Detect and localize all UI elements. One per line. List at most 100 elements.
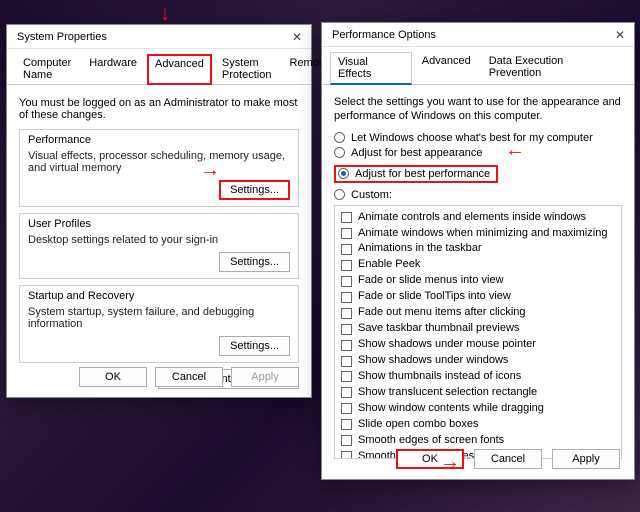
dialog-body: Select the settings you want to use for … (322, 85, 634, 467)
checkbox-row[interactable]: Show shadows under windows (341, 353, 615, 369)
checkbox-icon (341, 419, 352, 430)
ok-button[interactable]: OK (396, 449, 464, 469)
system-properties-dialog: System Properties ✕ Computer Name Hardwa… (6, 24, 312, 398)
radio-icon (338, 168, 349, 179)
checkbox-icon (341, 451, 352, 458)
checkbox-row[interactable]: Show window contents while dragging (341, 401, 615, 417)
checkbox-row[interactable]: Animate controls and elements inside win… (341, 210, 615, 226)
window-title: Performance Options (328, 29, 612, 41)
checkbox-label: Fade or slide ToolTips into view (358, 289, 511, 305)
tab-visual-effects[interactable]: Visual Effects (330, 52, 412, 85)
tab-computer-name[interactable]: Computer Name (15, 53, 79, 84)
group-text: System startup, system failure, and debu… (28, 306, 290, 330)
checkbox-label: Show shadows under mouse pointer (358, 337, 536, 353)
checkbox-icon (341, 356, 352, 367)
checkbox-label: Save taskbar thumbnail previews (358, 321, 519, 337)
radio-custom[interactable]: Custom: (334, 189, 622, 201)
group-text: Desktop settings related to your sign-in (28, 234, 290, 246)
footer-buttons: OK Cancel Apply (396, 449, 620, 469)
checkbox-icon (341, 292, 352, 303)
checkbox-icon (341, 324, 352, 335)
startup-recovery-group: Startup and Recovery System startup, sys… (19, 285, 299, 363)
visual-effects-list[interactable]: Animate controls and elements inside win… (334, 205, 622, 459)
checkbox-label: Fade or slide menus into view (358, 273, 504, 289)
radio-icon (334, 189, 345, 200)
checkbox-label: Slide open combo boxes (358, 417, 478, 433)
titlebar: Performance Options ✕ (322, 23, 634, 47)
user-profiles-group: User Profiles Desktop settings related t… (19, 213, 299, 279)
user-profiles-settings-button[interactable]: Settings... (219, 252, 290, 272)
checkbox-label: Show shadows under windows (358, 353, 508, 369)
performance-options-dialog: Performance Options ✕ Visual Effects Adv… (321, 22, 635, 480)
radio-auto[interactable]: Let Windows choose what's best for my co… (334, 132, 622, 144)
checkbox-row[interactable]: Animations in the taskbar (341, 241, 615, 257)
checkbox-icon (341, 276, 352, 287)
radio-label: Let Windows choose what's best for my co… (351, 132, 593, 144)
tabstrip: Visual Effects Advanced Data Execution P… (322, 47, 634, 85)
checkbox-label: Show window contents while dragging (358, 401, 544, 417)
performance-settings-button[interactable]: Settings... (219, 180, 290, 200)
checkbox-label: Animate controls and elements inside win… (358, 210, 586, 226)
cancel-button[interactable]: Cancel (474, 449, 542, 469)
radio-label: Adjust for best performance (355, 168, 490, 180)
checkbox-row[interactable]: Show shadows under mouse pointer (341, 337, 615, 353)
close-icon[interactable]: ✕ (289, 29, 305, 45)
cancel-button[interactable]: Cancel (155, 367, 223, 387)
group-title: Startup and Recovery (28, 290, 290, 302)
checkbox-label: Animations in the taskbar (358, 241, 482, 257)
checkbox-row[interactable]: Fade or slide ToolTips into view (341, 289, 615, 305)
checkbox-row[interactable]: Enable Peek (341, 257, 615, 273)
checkbox-icon (341, 403, 352, 414)
group-title: Performance (28, 134, 290, 146)
checkbox-row[interactable]: Fade or slide menus into view (341, 273, 615, 289)
checkbox-row[interactable]: Smooth edges of screen fonts (341, 433, 615, 449)
radio-icon (334, 147, 345, 158)
checkbox-icon (341, 340, 352, 351)
tab-dep[interactable]: Data Execution Prevention (481, 51, 626, 84)
titlebar: System Properties ✕ (7, 25, 311, 49)
checkbox-icon (341, 435, 352, 446)
admin-notice: You must be logged on as an Administrato… (19, 97, 299, 121)
checkbox-icon (341, 387, 352, 398)
checkbox-icon (341, 228, 352, 239)
checkbox-label: Show translucent selection rectangle (358, 385, 537, 401)
tab-hardware[interactable]: Hardware (81, 53, 145, 84)
footer-buttons: OK Cancel Apply (79, 367, 299, 387)
tab-advanced[interactable]: Advanced (414, 51, 479, 84)
checkbox-row[interactable]: Animate windows when minimizing and maxi… (341, 226, 615, 242)
checkbox-row[interactable]: Slide open combo boxes (341, 417, 615, 433)
apply-button[interactable]: Apply (231, 367, 299, 387)
checkbox-icon (341, 371, 352, 382)
checkbox-label: Show thumbnails instead of icons (358, 369, 521, 385)
tabstrip: Computer Name Hardware Advanced System P… (7, 49, 311, 85)
checkbox-label: Enable Peek (358, 257, 420, 273)
checkbox-label: Smooth edges of screen fonts (358, 433, 504, 449)
close-icon[interactable]: ✕ (612, 27, 628, 43)
ok-button[interactable]: OK (79, 367, 147, 387)
window-title: System Properties (13, 31, 289, 43)
radio-label: Adjust for best appearance (351, 147, 482, 159)
checkbox-row[interactable]: Show translucent selection rectangle (341, 385, 615, 401)
checkbox-icon (341, 260, 352, 271)
radio-label: Custom: (351, 189, 392, 201)
tab-advanced[interactable]: Advanced (147, 54, 212, 85)
dialog-body: You must be logged on as an Administrato… (7, 85, 311, 397)
radio-best-performance[interactable]: Adjust for best performance (334, 165, 498, 183)
checkbox-icon (341, 308, 352, 319)
radio-icon (334, 132, 345, 143)
checkbox-row[interactable]: Save taskbar thumbnail previews (341, 321, 615, 337)
intro-text: Select the settings you want to use for … (334, 95, 622, 124)
checkbox-icon (341, 244, 352, 255)
performance-group: Performance Visual effects, processor sc… (19, 129, 299, 207)
radio-best-appearance[interactable]: Adjust for best appearance (334, 147, 622, 159)
annotation-arrow-icon (160, 4, 170, 24)
checkbox-label: Fade out menu items after clicking (358, 305, 526, 321)
checkbox-row[interactable]: Show thumbnails instead of icons (341, 369, 615, 385)
checkbox-icon (341, 212, 352, 223)
group-title: User Profiles (28, 218, 290, 230)
checkbox-row[interactable]: Fade out menu items after clicking (341, 305, 615, 321)
group-text: Visual effects, processor scheduling, me… (28, 150, 290, 174)
startup-settings-button[interactable]: Settings... (219, 336, 290, 356)
apply-button[interactable]: Apply (552, 449, 620, 469)
tab-system-protection[interactable]: System Protection (214, 53, 280, 84)
